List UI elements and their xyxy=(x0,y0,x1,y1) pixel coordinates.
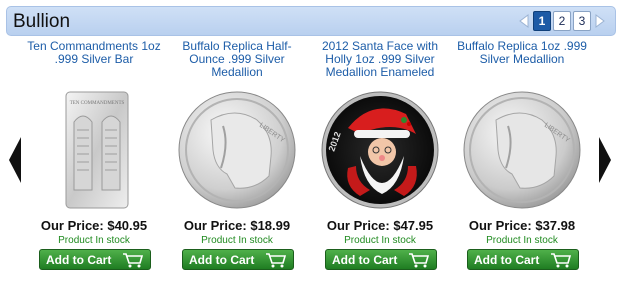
section-title: Bullion xyxy=(13,11,71,32)
add-to-cart-label: Add to Cart xyxy=(189,252,255,267)
page-button-1[interactable]: 1 xyxy=(533,11,551,31)
product-title-link[interactable]: 2012 Santa Face with Holly 1oz .999 Silv… xyxy=(310,40,450,84)
stock-status: Product In stock xyxy=(486,235,558,246)
add-to-cart-button[interactable]: Add to Cart xyxy=(467,249,579,270)
pager: 1 2 3 xyxy=(517,11,607,31)
pager-prev-icon[interactable] xyxy=(517,11,531,31)
carousel-next-icon[interactable] xyxy=(598,135,612,185)
product-price: Our Price: $18.99 xyxy=(183,218,291,233)
silver-bar-image[interactable]: TEN COMMANDMENTS xyxy=(34,90,154,210)
product-card: Ten Commandments 1oz .999 Silver Bar TEN… xyxy=(24,40,164,280)
indian-head-medallion-image[interactable]: LIBERTY xyxy=(177,90,297,210)
pager-next-icon[interactable] xyxy=(593,11,607,31)
product-title-link[interactable]: Buffalo Replica 1oz .999 Silver Medallio… xyxy=(452,40,592,84)
carousel-prev-icon[interactable] xyxy=(8,135,22,185)
product-price: Our Price: $37.98 xyxy=(468,218,576,233)
product-card: Buffalo Replica Half-Ounce .999 Silver M… xyxy=(167,40,307,280)
stock-status: Product In stock xyxy=(58,235,130,246)
cart-icon xyxy=(123,252,144,267)
add-to-cart-label: Add to Cart xyxy=(474,252,540,267)
add-to-cart-label: Add to Cart xyxy=(46,252,112,267)
page-button-2[interactable]: 2 xyxy=(553,11,571,31)
cart-icon xyxy=(551,252,572,267)
add-to-cart-button[interactable]: Add to Cart xyxy=(182,249,294,270)
add-to-cart-button[interactable]: Add to Cart xyxy=(325,249,437,270)
indian-head-medallion-image[interactable]: LIBERTY xyxy=(462,90,582,210)
product-price: Our Price: $47.95 xyxy=(326,218,434,233)
product-card: 2012 Santa Face with Holly 1oz .999 Silv… xyxy=(310,40,450,280)
section-header: Bullion 1 2 3 xyxy=(6,6,616,36)
product-title-link[interactable]: Buffalo Replica Half-Ounce .999 Silver M… xyxy=(167,40,307,84)
page-button-3[interactable]: 3 xyxy=(573,11,591,31)
cart-icon xyxy=(409,252,430,267)
cart-icon xyxy=(266,252,287,267)
santa-medallion-image[interactable]: 2012 xyxy=(320,90,440,210)
add-to-cart-button[interactable]: Add to Cart xyxy=(39,249,151,270)
stock-status: Product In stock xyxy=(344,235,416,246)
bar-heading-text: TEN COMMANDMENTS xyxy=(70,101,125,106)
product-price: Our Price: $40.95 xyxy=(40,218,148,233)
stock-status: Product In stock xyxy=(201,235,273,246)
add-to-cart-label: Add to Cart xyxy=(332,252,398,267)
product-card: Buffalo Replica 1oz .999 Silver Medallio… xyxy=(452,40,592,280)
product-title-link[interactable]: Ten Commandments 1oz .999 Silver Bar xyxy=(24,40,164,84)
